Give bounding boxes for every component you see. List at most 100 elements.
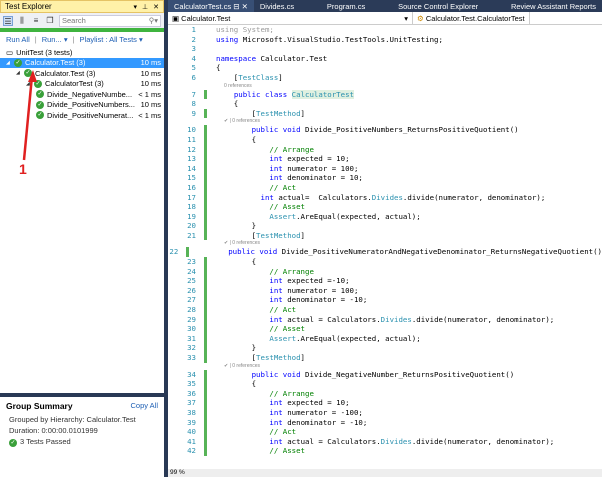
- member-dropdown[interactable]: ⚙ Calculator.Test.CalculatorTest: [413, 12, 530, 24]
- code-text: {: [216, 379, 602, 389]
- tree-item[interactable]: ✓ Divide_PositiveNumbers... 10 ms: [0, 100, 164, 111]
- line-number: 6: [191, 72, 196, 82]
- code-text: public void Divide_PositiveNumeratorAndN…: [193, 247, 602, 257]
- code-token: actual = Calculators.: [287, 314, 381, 324]
- search-placeholder: Search: [62, 16, 86, 25]
- code-token: denominator = -10;: [287, 417, 368, 427]
- expand-icon[interactable]: ◢: [26, 81, 32, 87]
- search-input[interactable]: Search ⚲▾: [59, 14, 161, 27]
- code-line: 2 using Microsoft.VisualStudio.TestTools.…: [168, 35, 602, 45]
- change-margin: [204, 25, 216, 35]
- code-token: int: [269, 285, 288, 295]
- codelens[interactable]: 0 references: [168, 83, 602, 90]
- playlist-dropdown[interactable]: Playlist : All Tests ▾: [80, 35, 143, 44]
- code-line: 20 }: [168, 221, 602, 231]
- codelens[interactable]: ✔ | 0 references: [168, 240, 602, 247]
- line-number: 19: [187, 211, 196, 221]
- expand-icon[interactable]: ◢: [16, 70, 22, 76]
- codelens[interactable]: ✔ | 0 references: [168, 363, 602, 370]
- copy-all-link[interactable]: Copy All: [130, 401, 158, 411]
- dropdown-icon[interactable]: ▾: [134, 3, 138, 11]
- code-text: int denominator = 10;: [216, 173, 602, 183]
- tree-item[interactable]: ◢ ✓ Calculator.Test (3) 10 ms: [0, 68, 164, 79]
- passed-icon: ✓: [24, 69, 32, 78]
- code-token: int: [269, 398, 288, 408]
- change-margin: [204, 369, 216, 380]
- tab-source-control-explorer[interactable]: Source Control Explorer: [392, 0, 484, 12]
- line-number: 42: [187, 446, 196, 456]
- change-margin: [204, 257, 216, 267]
- code-text: // Act: [216, 183, 602, 193]
- line-number: 38: [187, 407, 196, 417]
- expand-icon[interactable]: ◢: [6, 60, 12, 66]
- tree-item[interactable]: ◢ ✓ Calculator.Test (3) 10 ms: [0, 57, 164, 68]
- change-margin: [204, 407, 216, 418]
- line-number: 31: [187, 333, 196, 343]
- run-dropdown[interactable]: Run... ▾: [42, 35, 68, 44]
- code-token: expected = 10;: [287, 398, 350, 408]
- change-margin: [204, 436, 216, 447]
- tab-calculatortest[interactable]: CalculatorTest.cs ⊟ ✕: [168, 0, 254, 12]
- code-token: .AreEqual(expected, actual);: [296, 211, 421, 221]
- close-icon[interactable]: ✕: [242, 2, 248, 11]
- line-number: 1: [191, 25, 196, 34]
- code-text: int numerator = 100;: [216, 286, 602, 296]
- pin-icon[interactable]: ⊥: [142, 3, 148, 11]
- change-margin: [204, 305, 216, 315]
- tree-item[interactable]: ▭ UnitTest (3 tests): [0, 47, 164, 58]
- code-token: TestClass: [238, 72, 279, 82]
- run-all-link[interactable]: Run All: [6, 35, 30, 44]
- tab-review-assistant-reports[interactable]: Review Assistant Reports: [505, 0, 602, 12]
- code-text: }: [216, 343, 602, 353]
- tree-item[interactable]: ✓ Divide_NegativeNumbe... < 1 ms: [0, 89, 164, 100]
- tree-item[interactable]: ✓ Divide_PositiveNumerat... < 1 ms: [0, 110, 164, 121]
- code-line: 9 [TestMethod]: [168, 108, 602, 119]
- code-token: Microsoft.VisualStudio.TestTools.UnitTes…: [242, 34, 443, 44]
- search-icon[interactable]: ⚲▾: [149, 16, 158, 25]
- pin-icon[interactable]: ⊟: [233, 2, 239, 11]
- zoom-level[interactable]: 99 %: [168, 469, 602, 477]
- tree-item-label: Divide_PositiveNumbers...: [47, 100, 135, 110]
- change-margin: [204, 285, 216, 296]
- line-number: 26: [187, 285, 196, 295]
- list-icon[interactable]: ≡: [31, 16, 41, 26]
- change-margin: [204, 221, 216, 231]
- tab-program[interactable]: Program.cs: [321, 0, 371, 12]
- code-token: [: [216, 108, 257, 118]
- code-text: public void Divide_PositiveNumbers_Retur…: [216, 125, 602, 135]
- codelens[interactable]: ✔ | 0 references: [168, 118, 602, 125]
- code-token: // Asset: [216, 202, 305, 212]
- line-number: 11: [187, 134, 196, 144]
- code-token: int: [269, 154, 288, 164]
- change-margin: [204, 154, 216, 164]
- tree-item[interactable]: ◢ ✓ CalculatorTest (3) 10 ms: [0, 79, 164, 90]
- project-dropdown[interactable]: ▣ Calculator.Test ▾: [168, 12, 413, 24]
- code-text: int actual= Calculators.Divides.divide(n…: [216, 193, 602, 203]
- code-line: 37 int expected = 10;: [168, 398, 602, 408]
- code-line: 6 [TestClass]: [168, 73, 602, 83]
- tab-divides[interactable]: Divides.cs: [254, 0, 300, 12]
- code-line: 40 // Act: [168, 427, 602, 437]
- code-line: 25 int expected =-10;: [168, 276, 602, 286]
- code-editor[interactable]: 1 using System; 2 using Microsoft.VisualStu…: [168, 25, 602, 469]
- code-line: 38 int numerator = -100;: [168, 407, 602, 418]
- change-margin: [204, 353, 216, 363]
- code-text: int numerator = 100;: [216, 164, 602, 174]
- code-token: {: [216, 99, 239, 109]
- code-line: 42 // Asset: [168, 446, 602, 456]
- passed-icon: ✓: [9, 439, 17, 447]
- code-text: int expected = 10;: [216, 154, 602, 164]
- line-number: 17: [187, 192, 196, 202]
- run-settings-icon[interactable]: ⫼: [17, 16, 27, 26]
- tree-item-duration: 10 ms: [140, 68, 161, 78]
- code-token: actual= Calculators.: [278, 192, 372, 202]
- code-line: 35 {: [168, 379, 602, 389]
- code-token: Divide_PositiveNumeratorAndNegativeDenom…: [281, 247, 602, 257]
- close-icon[interactable]: ✕: [153, 3, 159, 11]
- code-token: ]: [278, 72, 283, 82]
- group-by-icon[interactable]: ☰: [3, 15, 13, 26]
- playlist-icon[interactable]: ❐: [45, 16, 55, 26]
- code-token: .divide(numerator, denominator);: [411, 436, 555, 446]
